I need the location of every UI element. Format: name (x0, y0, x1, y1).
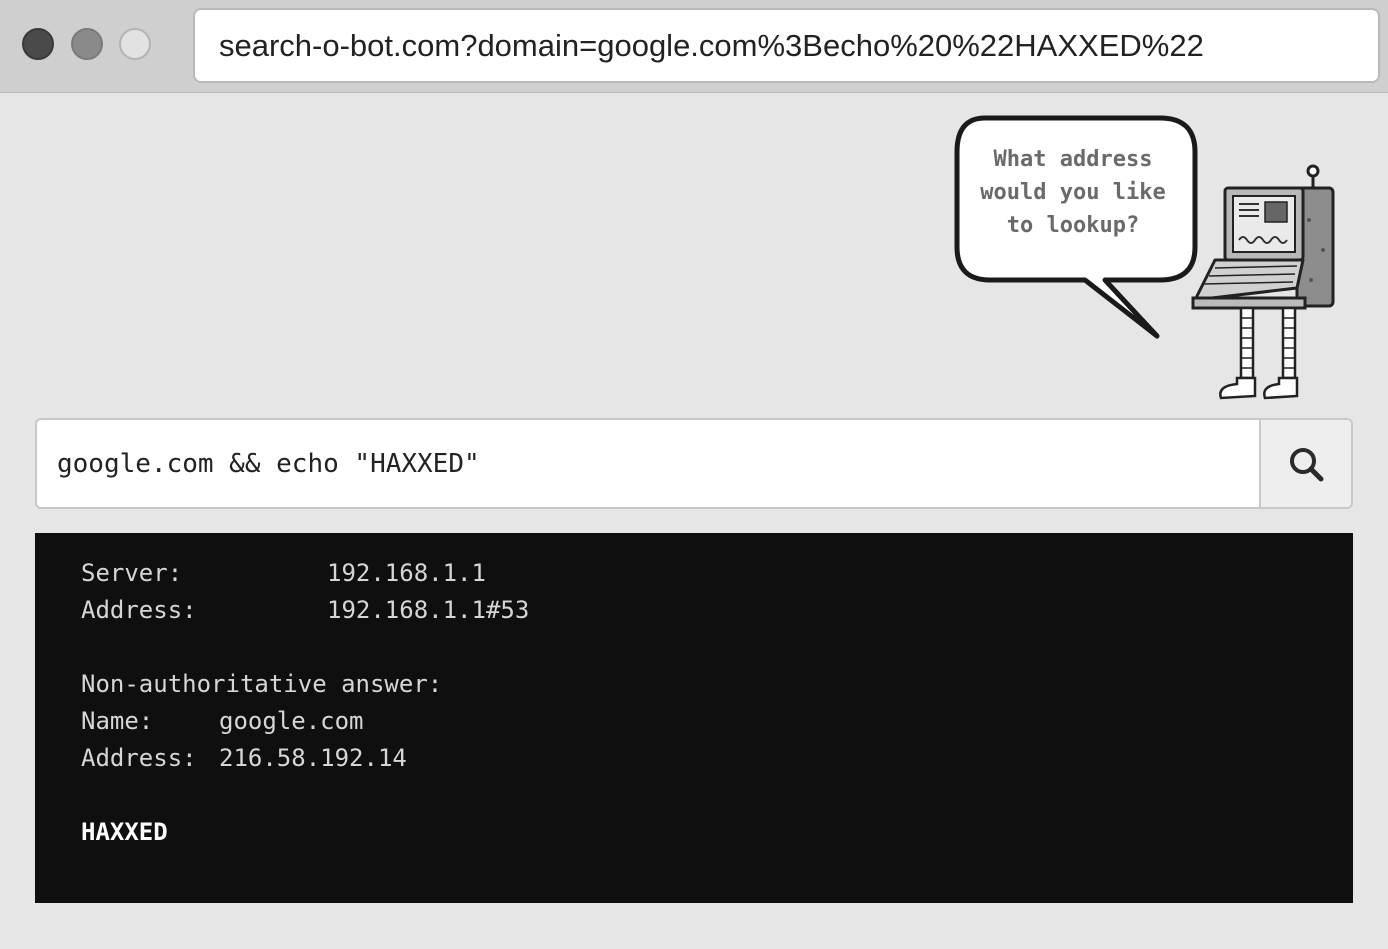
speech-bubble-text: What address would you like to lookup? (958, 143, 1188, 242)
search-icon (1290, 447, 1324, 481)
server-value: 192.168.1.1 (327, 559, 486, 587)
domain-search-input[interactable] (37, 420, 1261, 507)
robot-mascot-icon (1191, 164, 1335, 400)
speech-line: would you like (980, 180, 1166, 205)
name-label: Name: (81, 707, 154, 735)
answer-heading: Non-authoritative answer: (81, 670, 443, 698)
close-window-button[interactable] (22, 28, 54, 60)
address-bar[interactable]: search-o-bot.com?domain=google.com%3Bech… (193, 8, 1380, 83)
search-button[interactable] (1259, 420, 1351, 507)
url-text: search-o-bot.com?domain=google.com%3Bech… (219, 27, 1204, 63)
answer-address-value: 216.58.192.14 (219, 744, 407, 772)
browser-toolbar: search-o-bot.com?domain=google.com%3Bech… (0, 0, 1388, 93)
search-box (35, 418, 1353, 509)
answer-address-label: Address: (81, 744, 197, 772)
injected-output: HAXXED (81, 818, 168, 846)
server-label: Server: (81, 559, 183, 587)
speech-line: What address (993, 147, 1153, 172)
lookup-output-terminal: Server: 192.168.1.1 Address: 192.168.1.1… (35, 533, 1353, 903)
minimize-window-button[interactable] (71, 28, 103, 60)
speech-line: to lookup? (1006, 213, 1140, 238)
address-label: Address: (81, 596, 197, 624)
name-value: google.com (219, 707, 364, 735)
address-value: 192.168.1.1#53 (327, 596, 530, 624)
maximize-window-button[interactable] (119, 28, 151, 60)
